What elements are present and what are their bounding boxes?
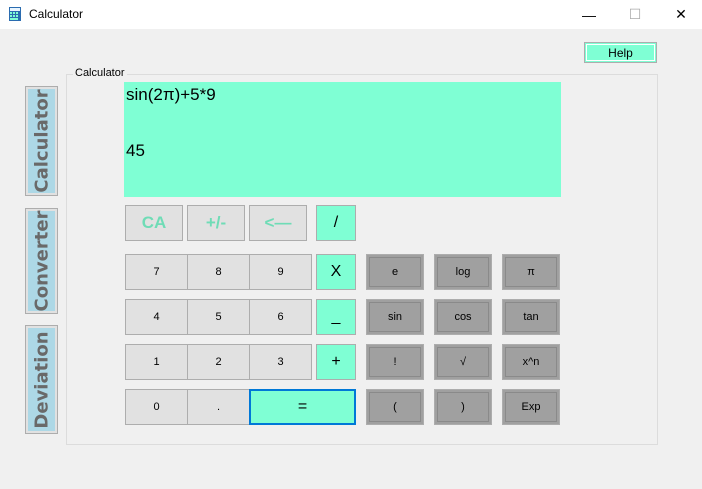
calculator-display[interactable]: sin(2π)+5*9 45 (124, 82, 561, 197)
calculator-app-icon (9, 7, 21, 21)
sign-toggle-button[interactable]: +/- (187, 205, 245, 241)
subtract-button[interactable]: _ (316, 299, 356, 335)
tab-converter[interactable]: Converter (25, 208, 58, 314)
backspace-button[interactable]: <— (249, 205, 307, 241)
sqrt-button[interactable]: √ (434, 344, 492, 380)
help-button[interactable]: Help (584, 42, 657, 63)
digit-2-button[interactable]: 2 (187, 344, 250, 380)
multiply-button[interactable]: X (316, 254, 356, 290)
expression-text: sin(2π)+5*9 (126, 85, 216, 104)
close-icon: ✕ (675, 6, 687, 22)
equals-button[interactable]: = (249, 389, 356, 425)
digit-3-button[interactable]: 3 (249, 344, 312, 380)
digit-4-button[interactable]: 4 (125, 299, 188, 335)
digit-7-button[interactable]: 7 (125, 254, 188, 290)
digit-1-button[interactable]: 1 (125, 344, 188, 380)
add-button[interactable]: + (316, 344, 356, 380)
minimize-button[interactable]: — (566, 0, 612, 29)
digit-9-button[interactable]: 9 (249, 254, 312, 290)
power-button[interactable]: x^n (502, 344, 560, 380)
tab-deviation[interactable]: Deviation (25, 325, 58, 434)
factorial-button[interactable]: ! (366, 344, 424, 380)
calculator-group-label: Calculator (73, 67, 127, 79)
decimal-point-button[interactable]: . (187, 389, 250, 425)
log-button[interactable]: log (434, 254, 492, 290)
tab-deviation-label: Deviation (31, 330, 52, 429)
cos-button[interactable]: cos (434, 299, 492, 335)
title-bar: Calculator — ☐ ✕ (0, 0, 702, 29)
tab-calculator[interactable]: Calculator (25, 86, 58, 196)
left-paren-button[interactable]: ( (366, 389, 424, 425)
result-text: 45 (126, 141, 145, 160)
clear-all-button[interactable]: CA (125, 205, 183, 241)
tab-calculator-label: Calculator (31, 89, 52, 193)
maximize-icon: ☐ (628, 6, 642, 22)
digit-5-button[interactable]: 5 (187, 299, 250, 335)
right-paren-button[interactable]: ) (434, 389, 492, 425)
divide-button[interactable]: / (316, 205, 356, 241)
maximize-button[interactable]: ☐ (612, 0, 658, 29)
pi-button[interactable]: π (502, 254, 560, 290)
tan-button[interactable]: tan (502, 299, 560, 335)
minimize-icon: — (582, 6, 596, 23)
digit-8-button[interactable]: 8 (187, 254, 250, 290)
exp-button[interactable]: Exp (502, 389, 560, 425)
close-button[interactable]: ✕ (658, 0, 702, 29)
digit-6-button[interactable]: 6 (249, 299, 312, 335)
window-title: Calculator (29, 7, 84, 21)
e-button[interactable]: e (366, 254, 424, 290)
tab-converter-label: Converter (31, 210, 52, 312)
digit-0-button[interactable]: 0 (125, 389, 188, 425)
sin-button[interactable]: sin (366, 299, 424, 335)
